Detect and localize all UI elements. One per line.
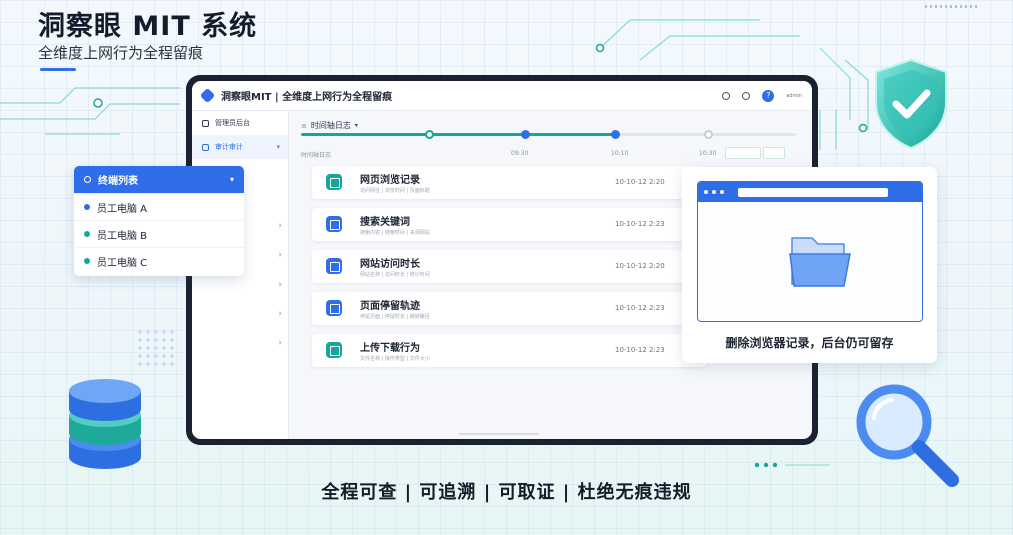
terminal-item-label: 员工电脑 C — [97, 257, 148, 269]
list-icon — [326, 216, 342, 232]
record-name: 页面停留轨迹 — [360, 301, 420, 312]
terminal-list-title: 终端列表 — [98, 176, 138, 187]
chevron-down-icon: ▾ — [229, 175, 234, 184]
app-title: 洞察眼MIT | 全维度上网行为全程留痕 — [221, 92, 393, 103]
timeline-track[interactable] — [301, 130, 796, 139]
hero-subtitle: 全维度上网行为全程留痕 — [38, 44, 204, 62]
status-dot — [84, 258, 90, 264]
chevron-right-icon — [277, 252, 282, 257]
address-bar[interactable] — [738, 187, 888, 197]
terminal-item-label: 员工电脑 B — [97, 230, 148, 242]
shield-check-icon — [875, 58, 947, 150]
sidebar-item-label: 审计审计 — [215, 143, 243, 151]
browser-toolbar — [698, 182, 922, 202]
record-row[interactable]: 网站访问时长网站名称 | 访问时长 | 统计时间 10-10-12 2:20 — [312, 250, 707, 283]
record-description: 停留页面 | 停留时长 | 跳转路径 — [360, 314, 430, 320]
cube-icon — [326, 258, 342, 274]
record-name: 网站访问时长 — [360, 259, 420, 270]
chevron-right-icon — [277, 340, 282, 345]
terminal-item[interactable]: 员工电脑 C — [74, 247, 244, 274]
record-description: 访问网址 | 浏览时间 | 页面标题 — [360, 188, 430, 194]
record-name: 网页浏览记录 — [360, 175, 420, 186]
browser-window — [697, 181, 923, 322]
slogan: 全程可查 | 可追溯 | 可取证 | 杜绝无痕违规 — [321, 482, 692, 503]
record-time: 10-10-12 2:23 — [615, 346, 665, 354]
record-description: 文件名称 | 操作类型 | 文件大小 — [360, 356, 430, 362]
app-header: 洞察眼MIT | 全维度上网行为全程留痕 ? admin — [192, 81, 812, 111]
record-description: 网站名称 | 访问时长 | 统计时间 — [360, 272, 430, 278]
circle-icon — [84, 176, 91, 183]
timeline-node[interactable] — [425, 130, 434, 139]
record-description: 搜索内容 | 搜索时间 | 来源网站 — [360, 230, 430, 236]
tab-label: 时间轴日志 — [310, 121, 351, 130]
record-row[interactable]: 页面停留轨迹停留页面 | 停留时长 | 跳转路径 10-10-12 2:23 — [312, 292, 707, 325]
title-accent-bar — [40, 68, 76, 71]
terminal-list-dropdown: 终端列表 ▾ 员工电脑 A 员工电脑 B 员工电脑 C — [74, 166, 244, 276]
timeline-mark: 09:30 — [511, 150, 529, 157]
timeline-node[interactable] — [611, 130, 620, 139]
terminal-item[interactable]: 员工电脑 A — [74, 193, 244, 220]
reset-button[interactable] — [763, 147, 785, 159]
record-time: 10-10-12 2:23 — [615, 220, 665, 228]
tab-timeline[interactable]: ≡ 时间轴日志 ▾ — [301, 120, 358, 131]
record-name: 搜索关键词 — [360, 217, 410, 228]
clipboard-icon — [326, 342, 342, 358]
chevron-right-icon — [277, 311, 282, 316]
search-icon[interactable] — [742, 91, 751, 100]
terminal-item-label: 员工电脑 A — [97, 203, 148, 215]
terminal-item[interactable]: 员工电脑 B — [74, 220, 244, 247]
magnifier-icon — [856, 384, 959, 487]
logo-icon — [199, 87, 216, 104]
status-dot — [84, 231, 90, 237]
sidebar-item-admin[interactable]: 管理员后台 — [192, 111, 288, 135]
doc-icon — [326, 300, 342, 316]
terminal-list-header[interactable]: 终端列表 ▾ — [74, 166, 244, 193]
window-dot — [712, 190, 716, 194]
window-dot — [704, 190, 708, 194]
record-row[interactable]: 上传下载行为文件名称 | 操作类型 | 文件大小 10-10-12 2:23 — [312, 334, 707, 367]
hero-title: 洞察眼 MIT 系统 — [38, 11, 258, 42]
list-icon: ≡ — [301, 121, 307, 130]
user-menu[interactable]: admin — [786, 93, 802, 99]
record-name: 上传下载行为 — [360, 343, 420, 354]
cube-icon — [326, 174, 342, 190]
record-row[interactable]: 搜索关键词搜索内容 | 搜索时间 | 来源网站 10-10-12 2:23 — [312, 208, 707, 241]
record-time: 10-10-12 2:20 — [615, 262, 665, 270]
record-time: 10-10-12 2:20 — [615, 178, 665, 186]
browser-record-card: 删除浏览器记录，后台仍可留存 — [682, 167, 937, 363]
horizontal-scrollbar[interactable] — [459, 433, 539, 435]
notification-icon[interactable] — [722, 91, 731, 100]
chevron-down-icon: ▾ — [354, 122, 358, 129]
chevron-right-icon — [277, 223, 282, 228]
filter-button[interactable] — [725, 147, 761, 159]
record-row[interactable]: 网页浏览记录访问网址 | 浏览时间 | 页面标题 10-10-12 2:20 — [312, 166, 707, 199]
timeline-row-label: 时间轴日志 — [301, 152, 332, 159]
timeline-mark: 10:30 — [699, 150, 717, 157]
window-dot — [720, 190, 724, 194]
audit-icon — [202, 143, 209, 151]
timeline-progress — [301, 133, 618, 136]
record-time: 10-10-12 2:23 — [615, 304, 665, 312]
chevron-right-icon — [277, 282, 282, 287]
database-icon — [69, 379, 141, 469]
timeline-mark: 10:10 — [611, 150, 629, 157]
home-icon — [202, 119, 209, 127]
sidebar-item-label: 管理员后台 — [215, 119, 250, 127]
timeline-node[interactable] — [704, 130, 713, 139]
help-icon[interactable]: ? — [762, 89, 775, 102]
sidebar-item-audit[interactable]: 审计审计 ▾ — [192, 135, 288, 159]
folder-icon — [789, 237, 851, 287]
chevron-down-icon: ▾ — [276, 143, 280, 151]
timeline-node[interactable] — [521, 130, 530, 139]
browser-card-caption: 删除浏览器记录，后台仍可留存 — [725, 336, 894, 350]
status-dot — [84, 204, 90, 210]
